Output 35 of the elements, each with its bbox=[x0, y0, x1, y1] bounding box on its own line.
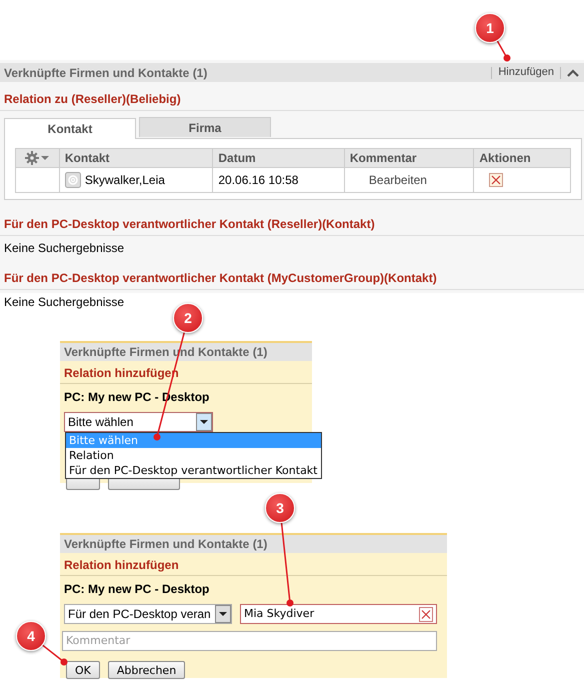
ok-button[interactable]: OK bbox=[66, 661, 100, 679]
callout-number: 2 bbox=[173, 303, 203, 333]
dropdown-field[interactable]: Bitte wählen bbox=[64, 412, 213, 432]
dropdown-option[interactable]: Für den PC-Desktop verantwortlicher Kontakt bbox=[66, 463, 320, 478]
dropdown-field[interactable]: Für den PC-Desktop veran bbox=[64, 604, 232, 624]
cancel-button[interactable]: Abbrechen bbox=[108, 661, 186, 679]
callout-number: 4 bbox=[16, 621, 46, 651]
add-link[interactable]: Hinzufügen bbox=[492, 64, 560, 81]
table-cell: 20.06.16 10:58 bbox=[212, 168, 344, 192]
dropdown-option[interactable]: Relation bbox=[66, 448, 320, 463]
collapse-icon[interactable] bbox=[567, 68, 579, 78]
tab[interactable]: Firma bbox=[139, 117, 271, 137]
clear-icon[interactable] bbox=[419, 606, 433, 622]
section-heading: Für den PC-Desktop verantwortlicher Kontakt (MyCustomerGroup)(Kontakt) bbox=[0, 269, 584, 290]
section-heading: Für den PC-Desktop verantwortlicher Kontakt (Reseller)(Kontakt) bbox=[0, 215, 584, 236]
tab[interactable]: Kontakt bbox=[4, 118, 136, 139]
column-header: Aktionen bbox=[474, 148, 570, 168]
settings-menu-icon[interactable] bbox=[25, 151, 50, 165]
leader-line bbox=[42, 644, 68, 666]
column-header: Datum bbox=[212, 148, 344, 168]
section-heading: Relation zu (Reseller)(Beliebig) bbox=[0, 90, 584, 111]
panel-title: Verknüpfte Firmen und Kontakte (1) bbox=[4, 64, 208, 82]
column-header: Kontakt bbox=[59, 148, 213, 168]
empty-message: Keine Suchergebnisse bbox=[3, 240, 126, 257]
delete-icon[interactable] bbox=[489, 173, 504, 187]
empty-message: Keine Suchergebnisse bbox=[3, 294, 126, 311]
email-icon bbox=[64, 172, 81, 188]
object-label: PC: My new PC - Desktop bbox=[63, 581, 210, 598]
search-field[interactable]: Mia Skydiver bbox=[240, 604, 437, 624]
section-heading: Relation hinzufügen bbox=[60, 553, 447, 576]
callout-number: 1 bbox=[475, 13, 505, 43]
panel-title: Verknüpfte Firmen und Kontakte (1) bbox=[60, 535, 447, 553]
column-header: Kommentar bbox=[344, 148, 474, 168]
callout-number: 3 bbox=[265, 493, 295, 523]
leader-line bbox=[496, 40, 510, 62]
